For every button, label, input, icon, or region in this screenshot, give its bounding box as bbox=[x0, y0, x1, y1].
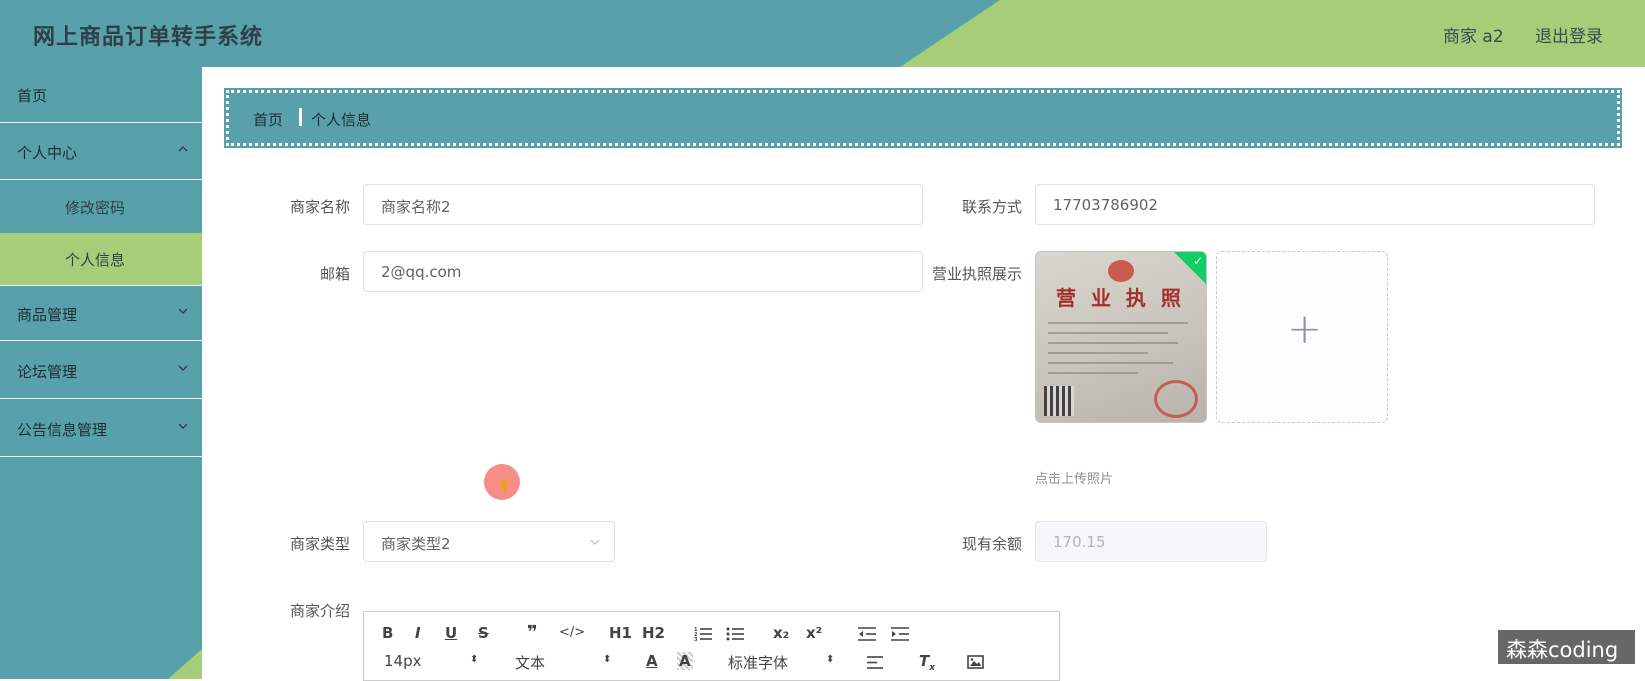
check-icon: ✓ bbox=[1192, 254, 1203, 268]
balance-label: 现有余额 bbox=[961, 535, 1022, 553]
license-text-line bbox=[1048, 332, 1168, 334]
font-color-icon[interactable]: A bbox=[646, 652, 658, 670]
merchant-type-value: 商家类型2 bbox=[381, 535, 451, 553]
app-title: 网上商品订单转手系统 bbox=[33, 25, 264, 50]
breadcrumb-home-link[interactable]: 首页 bbox=[253, 109, 283, 130]
sidebar-item-product-management[interactable]: 商品管理 bbox=[0, 285, 202, 341]
email-input[interactable]: 2@qq.com bbox=[363, 251, 923, 292]
font-size-value: 14px bbox=[384, 652, 422, 670]
bold-button[interactable]: B bbox=[382, 624, 393, 642]
background-color-icon[interactable]: A bbox=[677, 652, 693, 670]
chevron-down-icon bbox=[178, 365, 188, 371]
official-seal-icon bbox=[1154, 380, 1198, 418]
plus-icon: + bbox=[1287, 304, 1323, 353]
code-icon[interactable]: </> bbox=[559, 625, 585, 640]
font-family-select[interactable]: 标准字体 ⬍ bbox=[728, 652, 834, 673]
rich-text-editor[interactable]: B I U S ❞ </> H1 H2 123 x₂ x² 14px ⬍ 文本 … bbox=[363, 611, 1060, 681]
quote-icon[interactable]: ❞ bbox=[527, 622, 538, 643]
sidebar-item-forum-management[interactable]: 论坛管理 bbox=[0, 343, 202, 399]
balance-input: 170.15 bbox=[1035, 521, 1267, 562]
chevron-down-icon bbox=[590, 539, 600, 545]
ordered-list-icon[interactable]: 123 bbox=[694, 626, 712, 642]
merchant-type-label: 商家类型 bbox=[289, 535, 350, 553]
bullet-list-icon[interactable] bbox=[726, 626, 744, 642]
sidebar-item-notice-management[interactable]: 公告信息管理 bbox=[0, 401, 202, 457]
current-user: 商家 a2 bbox=[1443, 27, 1504, 47]
license-text-line bbox=[1048, 322, 1188, 324]
sidebar-item-label: 个人信息 bbox=[65, 251, 126, 269]
chevron-down-icon bbox=[178, 308, 188, 314]
superscript-button[interactable]: x² bbox=[806, 624, 822, 642]
updown-arrows-icon: ⬍ bbox=[470, 654, 479, 665]
italic-button[interactable]: I bbox=[415, 624, 421, 642]
merchant-name-input[interactable]: 商家名称2 bbox=[363, 184, 923, 225]
sidebar-item-label: 论坛管理 bbox=[17, 363, 78, 381]
breadcrumb-separator bbox=[299, 108, 302, 126]
license-image-caption: 营 业 执 照 bbox=[1056, 286, 1185, 310]
contact-input[interactable]: 17703786902 bbox=[1035, 184, 1595, 225]
font-size-select[interactable]: 14px ⬍ bbox=[384, 652, 478, 670]
qr-code-icon bbox=[1044, 386, 1074, 416]
sidebar-item-label: 修改密码 bbox=[65, 199, 126, 217]
header-select-value: 文本 bbox=[515, 654, 546, 672]
logout-button[interactable]: 退出登录 bbox=[1535, 22, 1603, 47]
sidebar-item-label: 个人中心 bbox=[17, 144, 78, 162]
license-text-line bbox=[1048, 372, 1138, 374]
sidebar-item-label: 商品管理 bbox=[17, 306, 78, 324]
sidebar-item-personal-info[interactable]: 个人信息 bbox=[0, 233, 202, 285]
upload-tip: 点击上传照片 bbox=[1035, 472, 1114, 487]
top-header: 网上商品订单转手系统 商家 a2 退出登录 bbox=[0, 0, 1645, 67]
sidebar-item-home[interactable]: 首页 bbox=[0, 67, 202, 123]
breadcrumb: 首页 个人信息 bbox=[224, 88, 1622, 148]
image-upload-button[interactable]: + bbox=[1216, 251, 1388, 423]
merchant-name-label: 商家名称 bbox=[289, 198, 350, 216]
license-text-line bbox=[1048, 352, 1148, 354]
clear-format-icon[interactable]: Tx bbox=[919, 652, 935, 673]
license-text-line bbox=[1048, 362, 1173, 364]
sidebar-item-label: 公告信息管理 bbox=[17, 421, 108, 439]
sidebar: 首页 个人中心 修改密码 个人信息 商品管理 论坛管理 公告信息管理 bbox=[0, 67, 202, 679]
strike-button[interactable]: S bbox=[478, 624, 489, 642]
merchant-type-select[interactable]: 商家类型2 bbox=[363, 521, 615, 562]
license-image[interactable]: 营 业 执 照 ✓ bbox=[1035, 251, 1207, 423]
sidebar-item-personal-center[interactable]: 个人中心 bbox=[0, 124, 202, 180]
sidebar-item-label: 首页 bbox=[17, 87, 48, 105]
header-accent-shape bbox=[900, 0, 1645, 67]
svg-text:3: 3 bbox=[694, 637, 698, 642]
updown-arrows-icon: ⬍ bbox=[826, 654, 835, 665]
intro-label: 商家介绍 bbox=[289, 602, 350, 620]
heading1-button[interactable]: H1 bbox=[609, 624, 632, 642]
font-family-value: 标准字体 bbox=[728, 654, 789, 672]
sidebar-accent-corner bbox=[168, 649, 202, 679]
updown-arrows-icon: ⬍ bbox=[603, 654, 612, 665]
watermark: 森森coding bbox=[1498, 630, 1635, 664]
sidebar-item-change-password[interactable]: 修改密码 bbox=[0, 181, 202, 233]
email-label: 邮箱 bbox=[319, 265, 350, 283]
image-insert-icon[interactable] bbox=[967, 655, 984, 669]
align-icon[interactable] bbox=[867, 655, 883, 670]
chevron-up-icon bbox=[178, 146, 188, 152]
national-emblem-icon bbox=[1108, 260, 1134, 282]
underline-button[interactable]: U bbox=[445, 624, 457, 642]
breadcrumb-current: 个人信息 bbox=[311, 111, 372, 129]
chevron-down-icon bbox=[178, 423, 188, 429]
indent-icon[interactable] bbox=[891, 626, 909, 642]
outdent-icon[interactable] bbox=[858, 626, 876, 642]
subscript-button[interactable]: x₂ bbox=[773, 624, 789, 642]
heading2-label: H2 bbox=[642, 624, 665, 642]
header-select[interactable]: 文本 ⬍ bbox=[515, 652, 611, 673]
license-label: 营业执照展示 bbox=[931, 265, 1022, 283]
contact-label: 联系方式 bbox=[961, 198, 1022, 216]
heading2-button[interactable]: H2 bbox=[642, 624, 665, 642]
license-text-line bbox=[1048, 342, 1178, 344]
